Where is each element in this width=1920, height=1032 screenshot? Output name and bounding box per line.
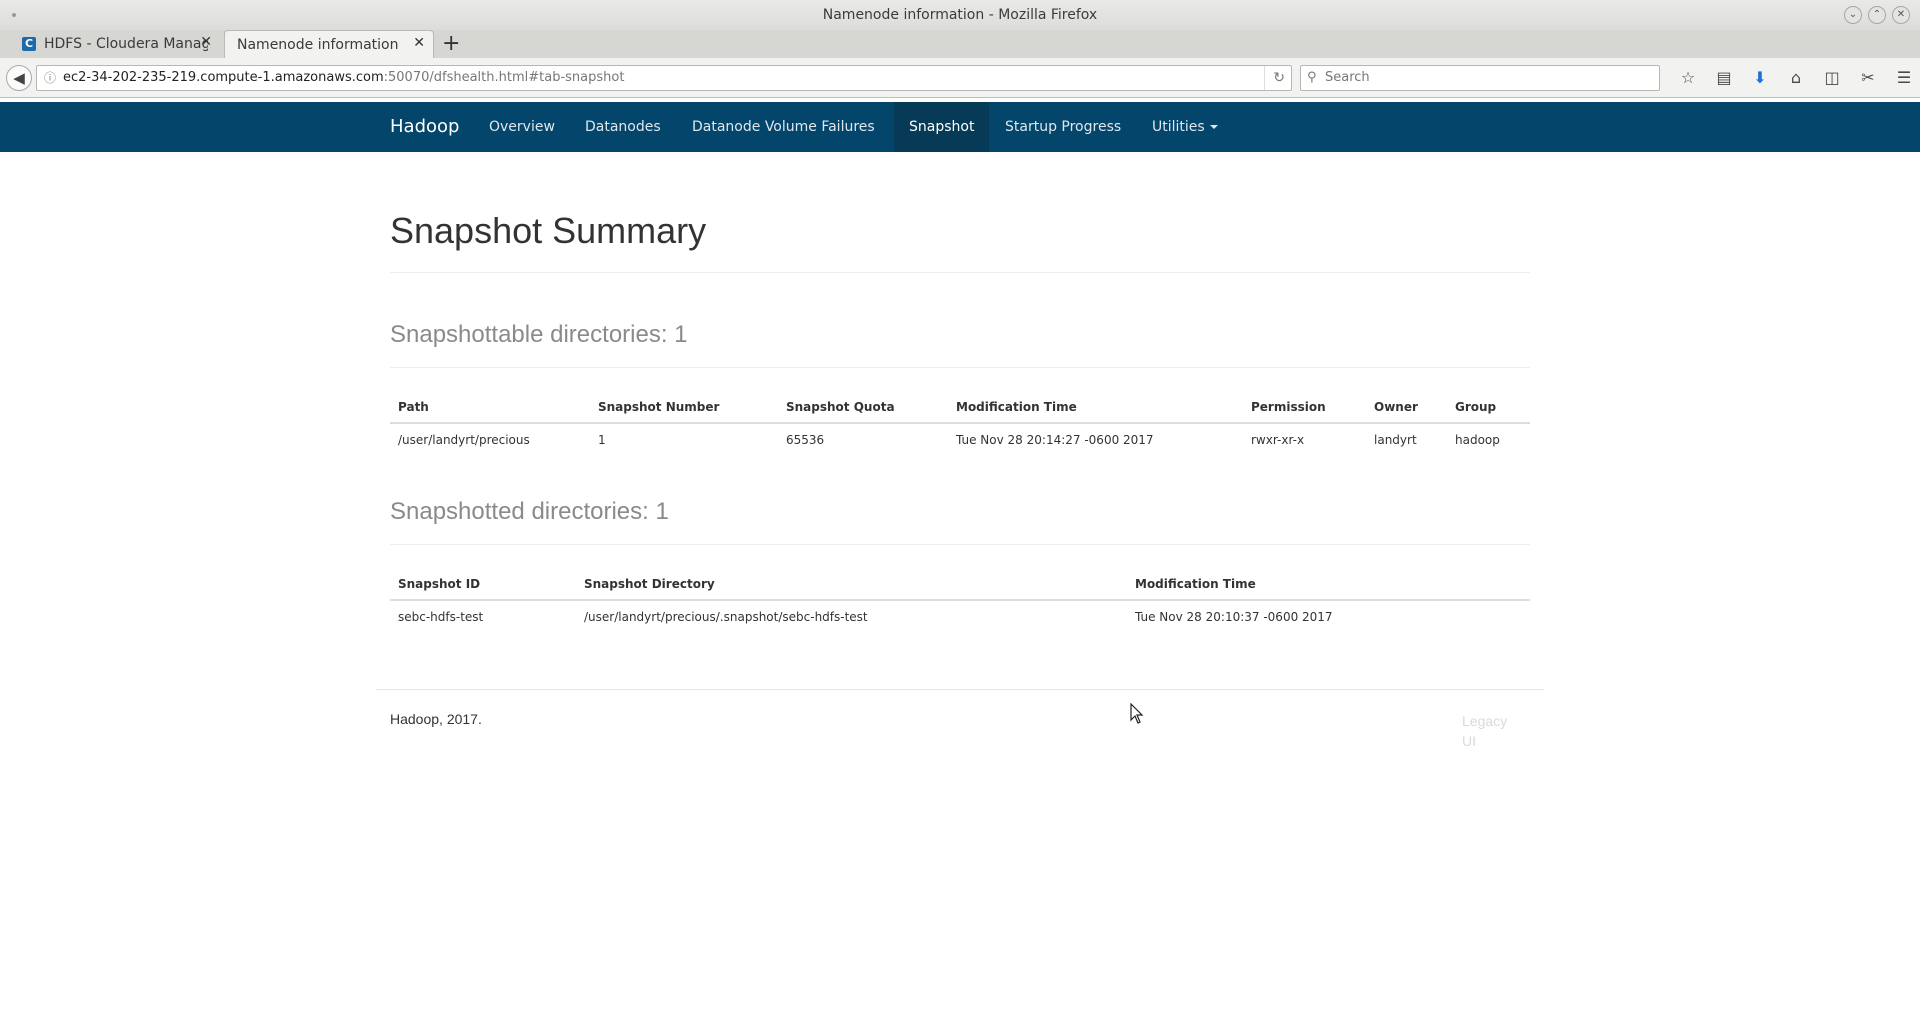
new-tab-icon[interactable]: + — [442, 32, 460, 56]
nav-utilities[interactable]: Utilities — [1137, 102, 1233, 152]
nav-startup-progress[interactable]: Startup Progress — [990, 102, 1136, 152]
cell-modification-time: Tue Nov 28 20:10:37 -0600 2017 — [1135, 610, 1333, 624]
window-titlebar: Namenode information - Mozilla Firefox ⌄… — [0, 0, 1920, 30]
legacy-ui-link[interactable]: Legacy UI — [1462, 711, 1522, 751]
page-title: Snapshot Summary — [390, 210, 1530, 273]
reading-list-icon[interactable]: ▤ — [1706, 66, 1742, 90]
tab-namenode-information[interactable]: Namenode information ✕ — [224, 30, 434, 58]
page-footer: Hadoop, 2017. Legacy UI — [376, 689, 1544, 749]
window-menu-dot[interactable] — [12, 13, 16, 17]
browser-toolbar: ◀ ⓘ ec2-34-202-235-219.compute-1.amazona… — [0, 58, 1920, 98]
hadoop-brand[interactable]: Hadoop — [390, 102, 459, 152]
cell-owner: landyrt — [1374, 433, 1417, 447]
close-tab-icon[interactable]: ✕ — [200, 34, 212, 50]
mouse-cursor-icon — [1130, 702, 1144, 729]
close-window-icon[interactable]: ✕ — [1892, 6, 1910, 24]
nav-datanodes[interactable]: Datanodes — [570, 102, 676, 152]
column-header: Path — [390, 392, 590, 424]
hadoop-navbar: Hadoop Overview Datanodes Datanode Volum… — [0, 102, 1920, 152]
column-header: Owner — [1366, 392, 1447, 424]
snapshotted-table: Snapshot ID Snapshot Directory Modificat… — [390, 569, 1530, 633]
info-icon[interactable]: ⓘ — [44, 66, 56, 90]
table-row: sebc-hdfs-test /user/landyrt/precious/.s… — [390, 600, 1530, 633]
cell-snapshot-quota: 65536 — [786, 433, 825, 447]
pocket-icon[interactable]: ◫ — [1814, 66, 1850, 90]
nav-datanode-volume-failures[interactable]: Datanode Volume Failures — [677, 102, 890, 152]
column-header: Modification Time — [948, 392, 1243, 424]
window-title: Namenode information - Mozilla Firefox — [822, 7, 1098, 23]
url-host: ec2-34-202-235-219.compute-1.amazonaws.c… — [63, 70, 384, 85]
table-row: /user/landyrt/precious 1 65536 Tue Nov 2… — [390, 423, 1530, 456]
column-header: Modification Time — [1127, 569, 1530, 601]
close-tab-icon[interactable]: ✕ — [413, 35, 425, 51]
cell-permission: rwxr-xr-x — [1251, 433, 1305, 447]
url-bar[interactable]: ⓘ ec2-34-202-235-219.compute-1.amazonaws… — [36, 65, 1292, 91]
snapshottable-table: Path Snapshot Number Snapshot Quota Modi… — [390, 392, 1530, 456]
maximize-icon[interactable]: ⌃ — [1868, 6, 1886, 24]
column-header: Group — [1447, 392, 1530, 424]
cloudera-favicon-icon: C — [22, 37, 36, 51]
cell-group: hadoop — [1455, 433, 1500, 447]
download-icon[interactable]: ⬇ — [1742, 66, 1778, 90]
toolbar-icons: ☆ ▤ ⬇ ⌂ ◫ ✂ ☰ — [1670, 66, 1920, 90]
search-placeholder: Search — [1325, 70, 1370, 85]
cell-snapshot-number: 1 — [598, 433, 606, 447]
tab-label: HDFS - Cloudera Manage — [44, 36, 208, 52]
reload-icon[interactable]: ↻ — [1264, 66, 1285, 90]
cell-snapshot-id: sebc-hdfs-test — [398, 610, 484, 624]
column-header: Snapshot Directory — [576, 569, 1127, 601]
table-header-row: Snapshot ID Snapshot Directory Modificat… — [390, 569, 1530, 601]
column-header: Snapshot Number — [590, 392, 778, 424]
nav-utilities-label: Utilities — [1152, 119, 1205, 135]
tab-hdfs-cloudera[interactable]: C HDFS - Cloudera Manage ✕ — [10, 30, 220, 58]
table-header-row: Path Snapshot Number Snapshot Quota Modi… — [390, 392, 1530, 424]
tab-strip: C HDFS - Cloudera Manage ✕ Namenode info… — [0, 30, 1920, 58]
snapshotted-heading: Snapshotted directories: 1 — [390, 498, 1530, 545]
back-arrow-icon[interactable]: ◀ — [6, 65, 32, 91]
window-controls: ⌄ ⌃ ✕ — [1844, 6, 1910, 24]
cell-snapshot-directory: /user/landyrt/precious/.snapshot/sebc-hd… — [584, 610, 868, 624]
hamburger-menu-icon[interactable]: ☰ — [1886, 66, 1920, 90]
column-header: Snapshot ID — [390, 569, 576, 601]
snapshottable-heading: Snapshottable directories: 1 — [390, 321, 1530, 368]
search-input[interactable]: ⚲ Search — [1300, 65, 1660, 91]
column-header: Snapshot Quota — [778, 392, 948, 424]
cell-path: /user/landyrt/precious — [398, 433, 530, 447]
url-path: :50070/dfshealth.html#tab-snapshot — [383, 70, 625, 85]
column-header: Permission — [1243, 392, 1366, 424]
main-content: Snapshot Summary Snapshottable directori… — [390, 152, 1530, 633]
caret-down-icon — [1209, 125, 1218, 129]
minimize-icon[interactable]: ⌄ — [1844, 6, 1862, 24]
tab-label: Namenode information — [237, 36, 399, 53]
footer-copyright: Hadoop, 2017. — [390, 711, 482, 727]
search-icon: ⚲ — [1307, 70, 1317, 85]
home-icon[interactable]: ⌂ — [1778, 66, 1814, 90]
screenshot-icon[interactable]: ✂ — [1850, 66, 1886, 90]
bookmark-star-icon[interactable]: ☆ — [1670, 66, 1706, 90]
cell-modification-time: Tue Nov 28 20:14:27 -0600 2017 — [956, 433, 1154, 447]
nav-overview[interactable]: Overview — [474, 102, 570, 152]
nav-snapshot[interactable]: Snapshot — [894, 102, 990, 152]
